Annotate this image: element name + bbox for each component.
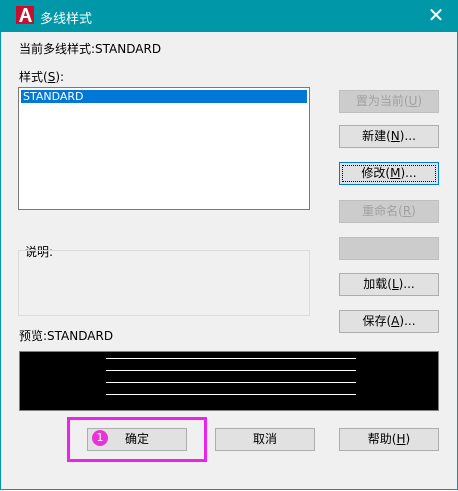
- current-style-label: 当前多线样式:STANDARD: [19, 42, 162, 56]
- rename-button[interactable]: 重命名(R): [339, 200, 439, 223]
- preview-line: [106, 370, 356, 371]
- load-button[interactable]: 加载(L)...: [339, 273, 439, 296]
- styles-list[interactable]: STANDARD: [18, 87, 310, 210]
- new-button[interactable]: 新建(N)...: [339, 125, 439, 148]
- styles-label: 样式(S):: [19, 70, 65, 84]
- close-icon[interactable]: ✕: [424, 3, 448, 27]
- step-badge: 1: [92, 430, 108, 446]
- preview-label: 预览:STANDARD: [19, 329, 114, 343]
- help-button[interactable]: 帮助(H): [339, 428, 439, 451]
- preview-pane: [19, 351, 439, 411]
- save-button[interactable]: 保存(A)...: [339, 310, 439, 333]
- preview-line: [106, 382, 356, 383]
- description-box: [18, 250, 310, 316]
- autocad-a-icon: [16, 6, 34, 24]
- preview-line: [106, 358, 356, 359]
- annotation-highlight: [67, 417, 207, 462]
- title-bar: 多线样式 ✕: [0, 0, 458, 32]
- window-title: 多线样式: [40, 12, 93, 27]
- delete-button[interactable]: [339, 237, 439, 260]
- preview-line: [106, 394, 356, 395]
- cancel-button[interactable]: 取消: [215, 428, 315, 451]
- set-current-button[interactable]: 置为当前(U): [339, 90, 439, 113]
- list-item[interactable]: STANDARD: [21, 90, 307, 103]
- modify-button[interactable]: 修改(M)...: [339, 162, 439, 185]
